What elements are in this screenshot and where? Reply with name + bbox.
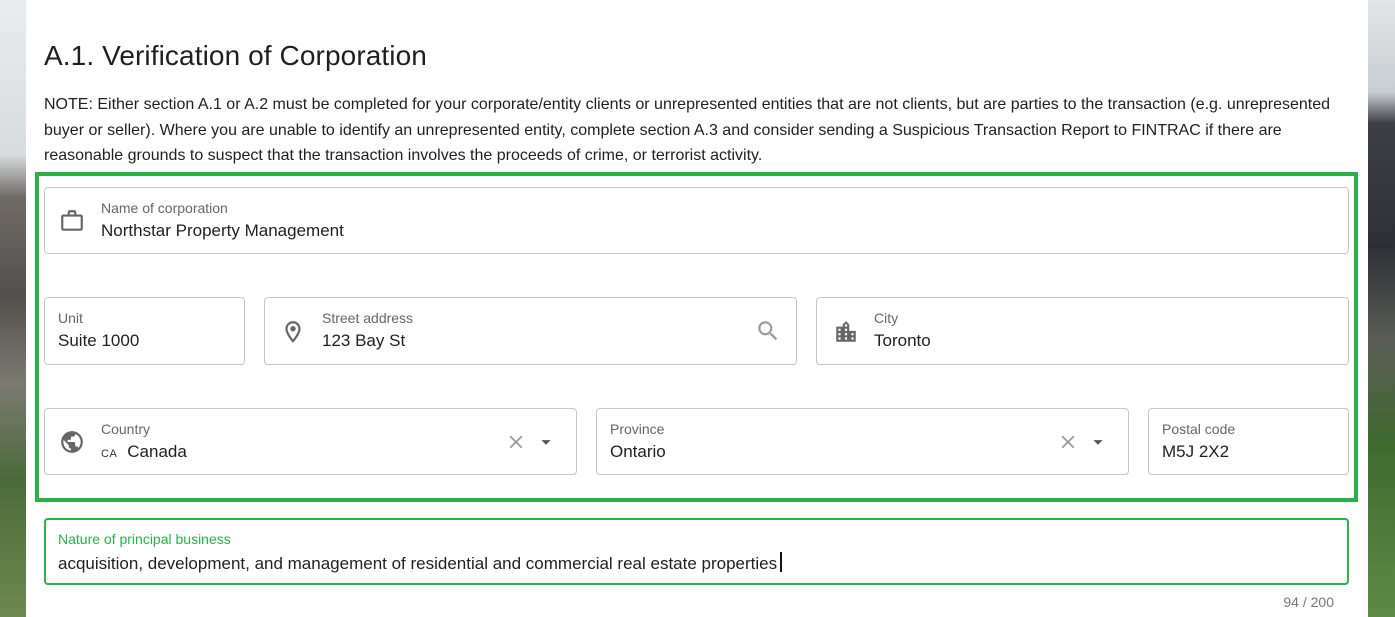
city-icon bbox=[833, 319, 859, 345]
form-sheet: A.1. Verification of Corporation NOTE: E… bbox=[26, 0, 1368, 617]
province-value: Ontario bbox=[610, 442, 666, 461]
location-pin-icon bbox=[280, 319, 306, 345]
briefcase-icon bbox=[59, 208, 85, 234]
section-title: A.1. Verification of Corporation bbox=[44, 40, 427, 71]
background-right bbox=[1368, 0, 1395, 617]
nature-of-business-value: acquisition, development, and management… bbox=[58, 552, 782, 574]
nature-of-business-label: Nature of principal business bbox=[58, 531, 231, 547]
country-code: CA bbox=[101, 448, 118, 460]
country-label: Country bbox=[101, 421, 151, 437]
country-select[interactable]: Country CA Canada bbox=[44, 408, 577, 475]
unit-label: Unit bbox=[58, 310, 83, 326]
clear-icon[interactable] bbox=[505, 431, 527, 453]
globe-icon bbox=[59, 429, 85, 455]
corporation-name-value: Northstar Property Management bbox=[101, 221, 344, 240]
section-note: NOTE: Either section A.1 or A.2 must be … bbox=[44, 96, 1331, 164]
nature-of-business-text: acquisition, development, and management… bbox=[58, 554, 778, 573]
street-address-value: 123 Bay St bbox=[322, 331, 406, 350]
postal-code-field[interactable]: Postal code M5J 2X2 bbox=[1148, 408, 1349, 475]
nature-of-business-field[interactable]: Nature of principal business acquisition… bbox=[44, 518, 1349, 585]
text-caret bbox=[780, 552, 782, 572]
city-value: Toronto bbox=[874, 331, 931, 350]
postal-code-value: M5J 2X2 bbox=[1162, 442, 1230, 461]
country-value: CA Canada bbox=[101, 442, 187, 462]
background-left bbox=[0, 0, 26, 617]
postal-code-label: Postal code bbox=[1162, 421, 1236, 437]
chevron-down-icon[interactable] bbox=[535, 431, 557, 453]
province-select[interactable]: Province Ontario bbox=[596, 408, 1129, 475]
city-label: City bbox=[874, 310, 899, 326]
unit-field[interactable]: Unit Suite 1000 bbox=[44, 297, 245, 365]
search-icon[interactable] bbox=[755, 318, 781, 344]
province-label: Province bbox=[610, 421, 665, 437]
character-counter: 94 / 200 bbox=[1283, 594, 1334, 610]
corporation-name-field[interactable]: Name of corporation Northstar Property M… bbox=[44, 187, 1349, 254]
chevron-down-icon[interactable] bbox=[1087, 431, 1109, 453]
street-address-label: Street address bbox=[322, 310, 414, 326]
city-field[interactable]: City Toronto bbox=[816, 297, 1349, 365]
country-name: Canada bbox=[127, 442, 187, 461]
corporation-name-label: Name of corporation bbox=[101, 200, 228, 216]
clear-icon[interactable] bbox=[1057, 431, 1079, 453]
street-address-field[interactable]: Street address 123 Bay St bbox=[264, 297, 797, 365]
unit-value: Suite 1000 bbox=[58, 331, 140, 350]
